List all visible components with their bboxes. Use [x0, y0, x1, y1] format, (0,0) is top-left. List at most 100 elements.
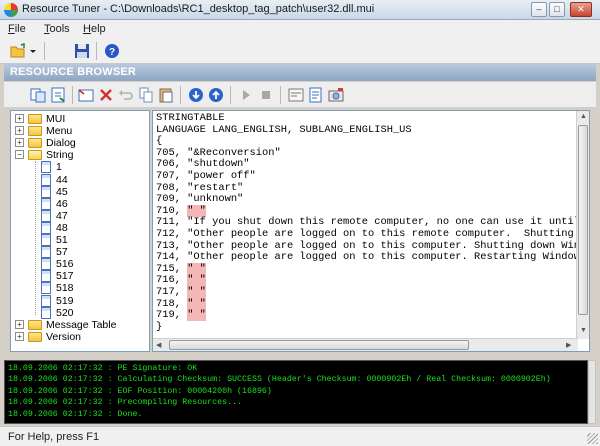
code-text[interactable]: STRINGTABLE LANGUAGE LANG_ENGLISH, SUBLAN…: [156, 112, 590, 333]
tree-item-string-46[interactable]: 46: [11, 197, 149, 210]
tree-item-label: 519: [56, 294, 74, 307]
status-text: For Help, press F1: [8, 431, 100, 443]
status-bar: For Help, press F1: [0, 426, 600, 446]
collapse-icon[interactable]: −: [15, 150, 24, 160]
string-entry-icon: [41, 185, 51, 198]
expand-icon[interactable]: +: [15, 138, 24, 148]
tree-guide-line: [35, 161, 36, 315]
code-line-prefix: 718,: [156, 297, 188, 310]
resource-tree[interactable]: + MUI + Menu + Dialog − String 1 44 45 46 47 48 51 57 51…: [10, 110, 150, 352]
tree-item-label: 51: [56, 234, 68, 246]
tree-item-string-45[interactable]: 45: [11, 185, 149, 198]
view-text-button[interactable]: [306, 85, 326, 105]
expand-icon[interactable]: +: [15, 319, 24, 329]
tree-item-string-1[interactable]: 1: [11, 161, 149, 174]
close-button[interactable]: ✕: [570, 2, 592, 17]
copy-button[interactable]: [136, 85, 156, 105]
menu-tools[interactable]: Tools: [44, 23, 70, 35]
move-down-button[interactable]: [186, 85, 206, 105]
tree-item-string-516[interactable]: 516: [11, 258, 149, 271]
menu-file[interactable]: File: [8, 23, 26, 35]
tree-item-label: 48: [56, 221, 68, 234]
resize-grip-icon[interactable]: [587, 433, 598, 444]
import-button[interactable]: [48, 85, 68, 105]
tree-item-version[interactable]: + Version: [11, 331, 149, 343]
code-line: 717, " ": [156, 285, 589, 299]
horizontal-scroll-thumb[interactable]: [169, 340, 469, 350]
scroll-up-icon[interactable]: ▲: [580, 113, 587, 120]
delete-button[interactable]: [96, 85, 116, 105]
properties-button[interactable]: [286, 85, 306, 105]
app-icon: [4, 3, 18, 17]
string-entry-icon: [41, 161, 51, 174]
code-line-prefix: 710,: [156, 204, 188, 217]
paste-button[interactable]: [156, 85, 176, 105]
tree-item-string-48[interactable]: 48: [11, 221, 149, 234]
vertical-scrollbar[interactable]: ▲ ▼: [576, 111, 589, 339]
open-dropdown-button[interactable]: [28, 41, 38, 61]
expand-icon[interactable]: +: [15, 331, 24, 341]
title-bar[interactable]: Resource Tuner - C:\Downloads\RC1_deskto…: [0, 0, 600, 20]
empty-string-highlight: " ": [187, 285, 206, 298]
add-resource-button[interactable]: [76, 85, 96, 105]
empty-string-highlight: " ": [187, 262, 206, 275]
export-icon: [30, 88, 46, 103]
tree-item-string-520[interactable]: 520: [11, 306, 149, 319]
undo-button[interactable]: [116, 85, 136, 105]
string-entry-icon: [41, 209, 51, 222]
view-text-icon: [309, 87, 322, 103]
tree-item-label: MUI: [46, 113, 66, 125]
tree-item-string-518[interactable]: 518: [11, 282, 149, 295]
tree-item-string-44[interactable]: 44: [11, 173, 149, 186]
log-scrollbar[interactable]: [588, 360, 596, 424]
menu-help[interactable]: Help: [83, 23, 106, 35]
maximize-button[interactable]: □: [549, 2, 565, 17]
tree-item-label: Version: [46, 330, 82, 343]
tree-item-label: 45: [56, 185, 68, 198]
tree-item-string-57[interactable]: 57: [11, 246, 149, 259]
tree-item-string-47[interactable]: 47: [11, 209, 149, 222]
play-icon: [243, 90, 250, 100]
code-line: 714, "Other people are logged on to this…: [156, 251, 590, 264]
play-button[interactable]: [236, 85, 256, 105]
help-button[interactable]: ?: [102, 41, 122, 61]
save-button[interactable]: [72, 41, 92, 61]
log-console[interactable]: 18.09.2006 02:17:32 : PE Signature: OK 18…: [4, 360, 588, 424]
expand-icon[interactable]: +: [15, 126, 24, 136]
folder-open-icon: [28, 150, 42, 161]
move-up-button[interactable]: [206, 85, 226, 105]
string-entry-icon: [41, 221, 51, 234]
chevron-down-icon: [30, 50, 36, 53]
folder-icon: [28, 126, 42, 137]
delete-icon: [100, 89, 112, 101]
scroll-right-icon[interactable]: ▶: [566, 341, 571, 349]
tree-item-string-517[interactable]: 517: [11, 270, 149, 283]
minimize-button[interactable]: –: [531, 2, 547, 17]
open-button[interactable]: [8, 41, 28, 61]
vertical-scroll-thumb[interactable]: [578, 125, 588, 315]
expand-icon[interactable]: +: [15, 114, 24, 123]
tree-item-message-table[interactable]: + Message Table: [11, 319, 149, 331]
code-line-prefix: 716,: [156, 274, 188, 287]
tree-item-string[interactable]: − String: [11, 149, 149, 161]
horizontal-scrollbar[interactable]: ◀ ▶: [153, 338, 578, 351]
string-entry-icon: [41, 246, 51, 259]
screenshot-button[interactable]: [326, 85, 346, 105]
tree-item-menu[interactable]: + Menu: [11, 125, 149, 137]
menu-bar: File Tools Help: [0, 20, 600, 38]
tree-item-label: 47: [56, 209, 68, 222]
folder-icon: [28, 319, 42, 330]
folder-icon: [28, 114, 42, 124]
tree-item-string-51[interactable]: 51: [11, 234, 149, 246]
tree-item-dialog[interactable]: + Dialog: [11, 137, 149, 149]
tree-item-mui[interactable]: + MUI: [11, 113, 149, 125]
export-button[interactable]: [28, 85, 48, 105]
stop-button[interactable]: [256, 85, 276, 105]
resource-editor[interactable]: STRINGTABLE LANGUAGE LANG_ENGLISH, SUBLAN…: [152, 110, 590, 352]
scroll-down-icon[interactable]: ▼: [580, 327, 587, 334]
tree-item-string-519[interactable]: 519: [11, 294, 149, 307]
scroll-left-icon[interactable]: ◀: [156, 341, 161, 349]
string-entry-icon: [41, 306, 51, 319]
tree-item-label: Message Table: [46, 318, 117, 331]
stop-icon: [262, 91, 270, 99]
